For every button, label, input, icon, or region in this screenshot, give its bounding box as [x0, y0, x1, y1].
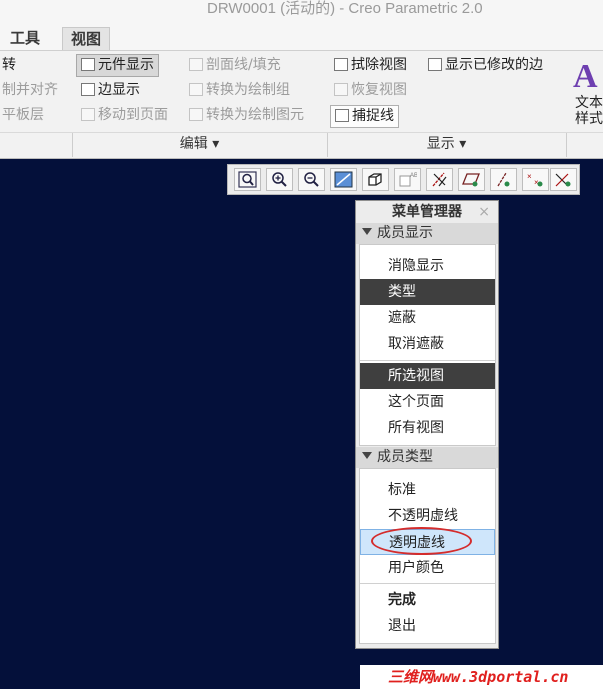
convert-draw-entity-label: 转换为绘制图元 [206, 107, 304, 123]
menu-divider [360, 360, 495, 361]
datum-point-icon[interactable] [490, 168, 517, 191]
section-member-type-label: 成员类型 [377, 449, 433, 465]
svg-text:AB: AB [410, 173, 417, 179]
tab-tools[interactable]: 工具 [2, 27, 48, 50]
resume-view-label: 恢复视图 [351, 82, 407, 98]
ribbon: 转 制并对齐 平板层 元件显示 边显示 移动到页面 剖面线/填充 转换为绘制组 … [0, 50, 603, 159]
show-modified-edges-label: 显示已修改的边 [445, 57, 543, 73]
member-display-list: 消隐显示 类型 遮蔽 取消遮蔽 所选视图 这个页面 所有视图 [359, 244, 496, 446]
section-member-display-label: 成员显示 [377, 225, 433, 241]
convert-draw-group-button[interactable]: 转换为绘制组 [189, 80, 290, 101]
menu-item-standard[interactable]: 标准 [360, 477, 495, 503]
snap-line-label: 捕捉线 [352, 108, 394, 124]
erase-view-button[interactable]: 拭除视图 [334, 55, 407, 76]
hatch-fill-icon [189, 57, 203, 71]
coordinate-system-icon[interactable]: × × [522, 168, 549, 191]
zoom-fit-icon[interactable] [234, 168, 261, 191]
rotate-label: 转 [2, 57, 16, 73]
collapse-arrow-icon [362, 451, 372, 459]
convert-draw-group-label: 转换为绘制组 [206, 82, 290, 98]
menu-item-hidden-line[interactable]: 消隐显示 [360, 253, 495, 279]
resume-view-button[interactable]: 恢复视图 [334, 80, 407, 101]
align-label: 制并对齐 [2, 82, 58, 98]
edit-group-label[interactable]: 编辑 ▾ [72, 133, 327, 155]
text-style-label-1: 文本 [575, 95, 603, 111]
convert-draw-entity-icon [189, 107, 203, 121]
hatch-fill-button[interactable]: 剖面线/填充 [189, 55, 281, 76]
show-modified-edges-button[interactable]: 显示已修改的边 [428, 55, 543, 76]
flat-layer-label: 平板层 [2, 107, 44, 123]
menu-item-opaque-dashed[interactable]: 不透明虚线 [360, 503, 495, 529]
watermark: 三维网www.3dportal.cn [360, 665, 603, 689]
group-divider [566, 133, 567, 157]
collapse-arrow-icon [362, 227, 372, 235]
menu-item-quit[interactable]: 退出 [360, 613, 495, 639]
flat-layer-button[interactable]: 平板层 [2, 105, 44, 126]
datum-axis-icon[interactable] [426, 168, 453, 191]
show-modified-edges-icon [428, 57, 442, 71]
erase-view-label: 拭除视图 [351, 57, 407, 73]
title-bar: DRW0001 (活动的) - Creo Parametric 2.0 [0, 0, 603, 26]
menu-item-type[interactable]: 类型 [360, 279, 495, 305]
section-member-type[interactable]: 成员类型 [356, 447, 498, 468]
repaint-icon[interactable] [330, 168, 357, 191]
saved-views-icon[interactable]: AB [394, 168, 421, 191]
menu-item-done[interactable]: 完成 [360, 587, 495, 613]
edge-display-label: 边显示 [98, 82, 140, 98]
text-style-icon[interactable]: A [573, 59, 603, 95]
component-display-label: 元件显示 [98, 57, 154, 73]
menu-manager: 菜单管理器 × 成员显示 消隐显示 类型 遮蔽 取消遮蔽 所选视图 这个页面 所… [355, 200, 499, 649]
datum-plane-icon[interactable] [458, 168, 485, 191]
zoom-out-icon[interactable] [298, 168, 325, 191]
text-style-label-2: 样式 [575, 111, 603, 127]
tab-view[interactable]: 视图 [62, 27, 111, 51]
rotate-button[interactable]: 转 [2, 55, 16, 76]
display-group-label[interactable]: 显示 ▾ [327, 133, 566, 155]
edge-display-icon [81, 82, 95, 96]
section-member-display[interactable]: 成员显示 [356, 223, 498, 244]
menu-item-all-views[interactable]: 所有视图 [360, 415, 495, 441]
menu-item-selected-views[interactable]: 所选视图 [360, 363, 495, 389]
menu-item-blank[interactable]: 遮蔽 [360, 305, 495, 331]
close-icon[interactable]: × [478, 201, 490, 223]
edge-display-button[interactable]: 边显示 [81, 80, 140, 101]
highlight-circle [371, 527, 472, 555]
move-to-page-button[interactable]: 移动到页面 [81, 105, 168, 126]
convert-draw-group-icon [189, 82, 203, 96]
component-display-icon [81, 57, 95, 71]
erase-view-icon [334, 57, 348, 71]
zoom-in-icon[interactable] [266, 168, 293, 191]
text-style-button[interactable]: 文本 样式 [575, 95, 603, 129]
convert-draw-entity-button[interactable]: 转换为绘制图元 [189, 105, 304, 126]
component-display-button[interactable]: 元件显示 [76, 54, 159, 77]
graphics-toolbar: AB × × [227, 164, 580, 195]
menu-item-this-page[interactable]: 这个页面 [360, 389, 495, 415]
menu-item-user-color[interactable]: 用户颜色 [360, 555, 495, 581]
svg-text:×: × [527, 172, 532, 181]
menu-manager-title: 菜单管理器 [392, 204, 462, 220]
move-to-page-icon [81, 107, 95, 121]
menu-divider [360, 583, 495, 584]
move-to-page-label: 移动到页面 [98, 107, 168, 123]
annotation-display-icon[interactable] [550, 168, 577, 191]
resume-view-icon [334, 82, 348, 96]
snap-line-icon [335, 108, 349, 122]
align-button[interactable]: 制并对齐 [2, 80, 58, 101]
hatch-fill-label: 剖面线/填充 [206, 57, 281, 73]
menu-item-unblank[interactable]: 取消遮蔽 [360, 331, 495, 357]
ribbon-tabs: 工具 视图 [0, 26, 603, 51]
member-type-list: 标准 不透明虚线 透明虚线 用户颜色 完成 退出 [359, 468, 496, 644]
display-style-icon[interactable] [362, 168, 389, 191]
snap-line-button[interactable]: 捕捉线 [330, 105, 399, 128]
window-title: DRW0001 (活动的) - Creo Parametric 2.0 [207, 0, 483, 17]
